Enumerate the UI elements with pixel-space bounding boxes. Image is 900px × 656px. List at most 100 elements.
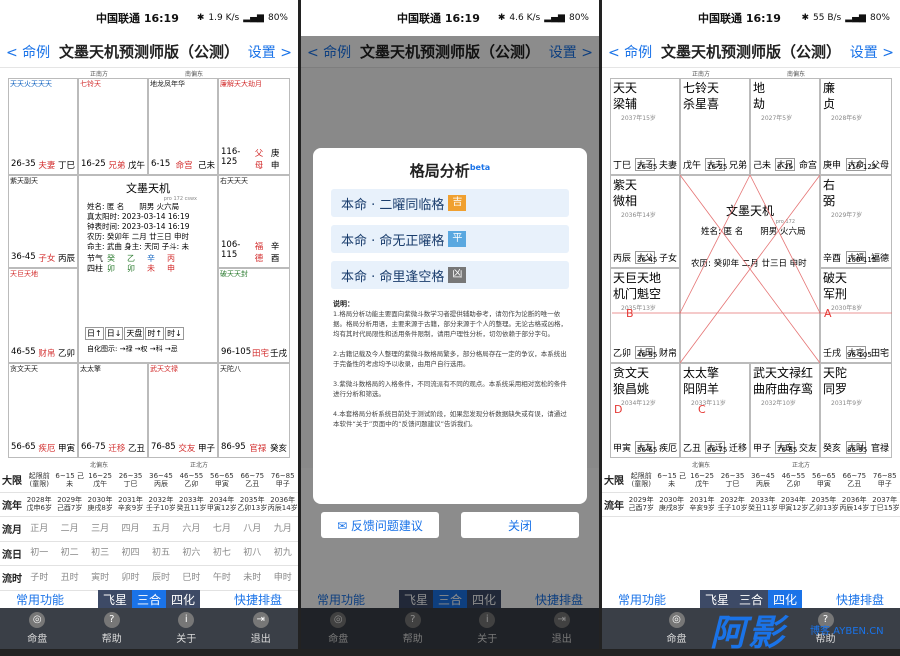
fate-cell[interactable]: 36~45 丙辰 (748, 472, 778, 488)
fate-cell[interactable]: 七月 (207, 524, 237, 533)
palace-cell[interactable]: 天巨天地 46-55 财帛 乙卯 (8, 268, 78, 363)
quick-chart-button[interactable]: 快捷排盘 (234, 591, 282, 608)
fate-cell[interactable]: 初七 (207, 549, 237, 558)
day-down-button[interactable]: 日↓ (104, 327, 124, 340)
fate-cell[interactable]: 六月 (176, 524, 206, 533)
fate-cell[interactable]: 26~35 丁巳 (115, 472, 145, 488)
fate-cell[interactable]: 午时 (207, 573, 237, 582)
fate-cell[interactable]: 2037年丁巳15岁 (870, 496, 900, 512)
quick-chart-button[interactable]: 快捷排盘 (836, 591, 884, 608)
fate-cell[interactable]: 五月 (146, 524, 176, 533)
nav-about[interactable]: i 关于 (176, 612, 196, 645)
fate-cell[interactable]: 56~65 甲寅 (207, 472, 237, 488)
fate-cell[interactable]: 56~65 甲寅 (809, 472, 839, 488)
palace-cell[interactable]: 天陀八 86-95 官禄 癸亥 (218, 363, 290, 458)
fate-cell[interactable]: 2032年壬子10岁 (146, 496, 176, 512)
hour-down-button[interactable]: 时↓ (165, 327, 184, 340)
settings-button[interactable]: 设置 > (850, 42, 894, 62)
close-button[interactable]: 关闭 (461, 512, 579, 538)
fate-cell[interactable]: 申时 (268, 573, 298, 582)
fate-cell[interactable]: 卯时 (115, 573, 145, 582)
fate-cell[interactable]: 2028年戊申6岁 (24, 496, 54, 512)
fate-cell[interactable]: 6~15 己未 (54, 472, 84, 488)
fate-cell[interactable]: 66~75 乙丑 (237, 472, 267, 488)
settings-button[interactable]: 设置 > (248, 42, 292, 62)
day-up-button[interactable]: 日↑ (85, 327, 104, 340)
fate-cell[interactable]: 初八 (237, 549, 267, 558)
fate-cell[interactable]: 八月 (237, 524, 267, 533)
palace-cell[interactable]: 紫天副天 36-45 子女 丙辰 (8, 175, 78, 268)
fate-cell[interactable]: 三月 (85, 524, 115, 533)
pattern-item[interactable]: 本命 · 命里逢空格凶 (331, 261, 569, 289)
liuri-row[interactable]: 流日 初一 初二 初三 初四 初五 初六 初七 初八 初九 (0, 542, 298, 566)
daxian-row[interactable]: 大限 起限前(童限) 6~15 己未 16~25 戊午 26~35 丁巳 36~45 丙… (602, 468, 900, 493)
fate-cell[interactable]: 九月 (268, 524, 298, 533)
fate-cell[interactable]: 66~75 乙丑 (839, 472, 869, 488)
fate-cell[interactable]: 初五 (146, 549, 176, 558)
fate-cell[interactable]: 子时 (24, 573, 54, 582)
tab-feixing[interactable]: 飞星 (98, 590, 132, 609)
fate-cell[interactable]: 巳时 (176, 573, 206, 582)
back-to-cases-button[interactable]: < 命例 (6, 42, 50, 62)
common-functions-button[interactable]: 常用功能 (16, 591, 64, 608)
fate-cell[interactable]: 初六 (176, 549, 206, 558)
daxian-row[interactable]: 大限 起限前(童限) 6~15 己未 16~25 戊午 26~35 丁巳 36~45 丙… (0, 468, 298, 493)
palace-cell[interactable]: 天天火天天天 26-35 夫妻 丁巳 (8, 78, 78, 175)
fate-cell[interactable]: 2034年甲寅12岁 (778, 496, 808, 512)
fate-cell[interactable]: 2031年辛亥9岁 (687, 496, 717, 512)
fate-cell[interactable]: 未时 (237, 573, 267, 582)
fate-cell[interactable]: 6~15 己未 (656, 472, 686, 488)
liunian-row[interactable]: 流年 2028年戊申6岁 2029年己酉7岁 2030年庚戌8岁 2031年辛亥9岁 2… (0, 493, 298, 517)
fate-cell[interactable]: 36~45 丙辰 (146, 472, 176, 488)
ziwei-chart-large[interactable]: 正南方 南偏东 北偏东 正北方 天天 梁辅 2037年15岁 丁巳 大子 夫妻 26-35 七… (602, 68, 900, 469)
nav-chart[interactable]: ◎ 命盘 (667, 612, 687, 645)
fate-cell[interactable]: 2031年辛亥9岁 (115, 496, 145, 512)
fate-cell[interactable]: 76~85 甲子 (268, 472, 298, 488)
nav-exit[interactable]: ⇥ 退出 (251, 612, 271, 645)
fate-cell[interactable]: 辰时 (146, 573, 176, 582)
nav-help[interactable]: ? 帮助 (102, 612, 122, 645)
fate-cell[interactable]: 2034年甲寅12岁 (207, 496, 237, 512)
palace-cell[interactable]: 破天天封 96-105 田宅 壬戌 (218, 268, 290, 363)
tab-sihua[interactable]: 四化 (166, 590, 200, 609)
liuyue-row[interactable]: 流月 正月 二月 三月 四月 五月 六月 七月 八月 九月 (0, 517, 298, 542)
fate-cell[interactable]: 丑时 (54, 573, 84, 582)
fate-cell[interactable]: 正月 (24, 524, 54, 533)
fate-cell[interactable]: 2032年壬子10岁 (717, 496, 748, 512)
fate-cell[interactable]: 初二 (54, 549, 84, 558)
tab-sanhe[interactable]: 三合 (131, 589, 166, 609)
fate-cell[interactable]: 2029年己酉7岁 (54, 496, 84, 512)
feedback-button[interactable]: ✉ 反馈问题建议 (321, 512, 439, 538)
fate-cell[interactable]: 起限前(童限) (24, 472, 54, 488)
fate-cell[interactable]: 2036年丙辰14岁 (839, 496, 869, 512)
palace-cell[interactable]: 地龙凤年华 6-15 命宫 己未 (148, 78, 218, 175)
fate-cell[interactable]: 二月 (54, 524, 84, 533)
fate-cell[interactable]: 初九 (268, 549, 298, 558)
palace-cell[interactable]: 七铃天 16-25 兄弟 戊午 (78, 78, 148, 175)
sky-chart-button[interactable]: 天盘 (124, 327, 145, 340)
fate-cell[interactable]: 76~85 甲子 (870, 472, 900, 488)
palace-cell[interactable]: 太太擎 66-75 迁移 乙丑 (78, 363, 148, 458)
ziwei-chart[interactable]: 正南方 南偏东 北偏东 正北方 天天火天天天 26-35 夫妻 丁巳 七铃天 16-25… (0, 68, 298, 469)
common-functions-button[interactable]: 常用功能 (618, 591, 666, 608)
fate-cell[interactable]: 16~25 戊午 (687, 472, 717, 488)
fate-cell[interactable]: 46~55 乙卯 (778, 472, 808, 488)
pattern-item[interactable]: 本命 · 命无正曜格平 (331, 225, 569, 253)
fate-cell[interactable]: 初一 (24, 549, 54, 558)
pattern-item[interactable]: 本命 · 二曜同临格吉 (331, 189, 569, 217)
fate-cell[interactable]: 初三 (85, 549, 115, 558)
liunian-row[interactable]: 流年 2029年己酉7岁 2030年庚戌8岁 2031年辛亥9岁 2032年壬子10岁… (602, 493, 900, 517)
palace-cell[interactable]: 贪文天天 56-65 疾厄 甲寅 (8, 363, 78, 458)
fate-cell[interactable]: 2035年乙卯13岁 (809, 496, 839, 512)
fate-cell[interactable]: 26~35 丁巳 (717, 472, 747, 488)
fate-cell[interactable]: 2030年庚戌8岁 (656, 496, 686, 512)
fate-cell[interactable]: 2036年丙辰14岁 (268, 496, 298, 512)
liushi-row[interactable]: 流时 子时 丑时 寅时 卯时 辰时 巳时 午时 未时 申时 (0, 566, 298, 591)
hour-up-button[interactable]: 时↑ (145, 327, 165, 340)
fate-cell[interactable]: 四月 (115, 524, 145, 533)
nav-chart[interactable]: ◎ 命盘 (27, 612, 47, 645)
palace-cell[interactable]: 廉解天大劫月 116-125 父母 庚申 (218, 78, 290, 175)
fate-cell[interactable]: 2035年乙卯13岁 (237, 496, 267, 512)
back-to-cases-button[interactable]: < 命例 (608, 42, 652, 62)
fate-cell[interactable]: 起限前(童限) (626, 472, 656, 488)
